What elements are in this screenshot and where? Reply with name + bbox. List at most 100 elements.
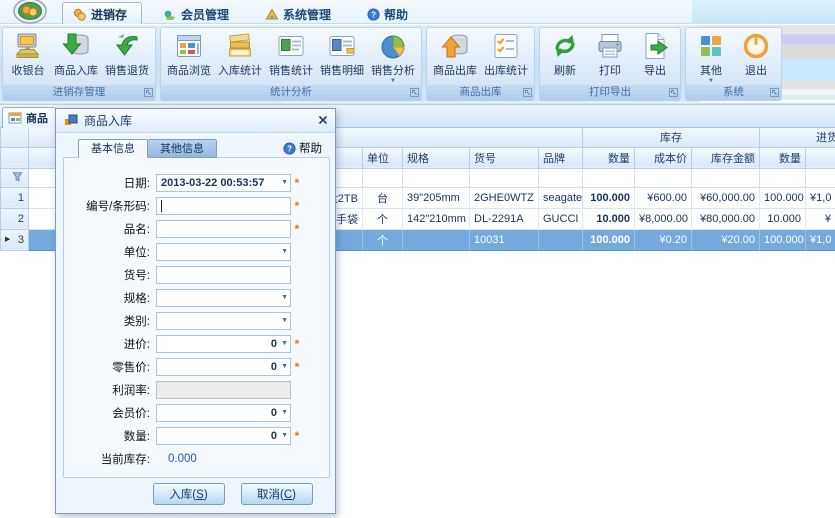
cell: 142"210mm xyxy=(403,208,470,229)
stockin-stats-icon xyxy=(225,31,255,61)
column-header[interactable]: 品牌 xyxy=(539,147,583,168)
button-label: 商品入库 xyxy=(54,62,98,78)
ribbon-group-label: 打印导出 xyxy=(589,86,631,98)
filter-cell[interactable] xyxy=(760,168,806,187)
other-button[interactable]: 其他▼ xyxy=(689,29,733,84)
dropdown-arrow-icon[interactable]: ▼ xyxy=(281,317,288,324)
combo-select[interactable] xyxy=(156,289,291,307)
cell: 个 xyxy=(363,229,403,250)
stockout-stats-icon xyxy=(491,31,521,61)
document-tab-goods[interactable]: 商品 xyxy=(2,107,56,128)
sales-analysis-button[interactable]: 销售分析▼ xyxy=(368,29,418,84)
browse-button[interactable]: 商品浏览 xyxy=(164,29,214,78)
help-link[interactable]: ? 帮助 xyxy=(283,140,322,156)
spin-input[interactable]: 0 xyxy=(156,427,291,445)
column-header[interactable]: 数量 xyxy=(583,147,635,168)
spin-input[interactable]: 0 xyxy=(156,404,291,422)
dropdown-arrow-icon[interactable]: ▼ xyxy=(281,248,288,255)
refresh-button[interactable]: 刷新 xyxy=(543,29,587,78)
filter-cell[interactable] xyxy=(470,168,539,187)
filter-cell[interactable] xyxy=(403,168,470,187)
ribbon-group-caption: 商品出库 xyxy=(427,85,534,100)
current-stock-value: 0.000 xyxy=(156,453,197,465)
text-caret xyxy=(161,200,162,212)
cash-register-button[interactable]: 收银台 xyxy=(6,29,50,78)
app-logo-button[interactable] xyxy=(4,0,56,24)
column-header[interactable]: 库存金额 xyxy=(692,147,760,168)
column-header[interactable]: 数量 xyxy=(760,147,806,168)
text-input[interactable] xyxy=(156,197,291,215)
dialog-launcher-icon[interactable] xyxy=(144,88,153,97)
field-label: 进价: xyxy=(64,336,156,352)
spin-input[interactable]: 0 xyxy=(156,358,291,376)
sales-return-icon xyxy=(112,31,142,61)
row-number-cell[interactable]: ▶3 xyxy=(1,229,29,250)
filter-cell[interactable] xyxy=(692,168,760,187)
ribbon-tab-3[interactable]: 系统管理 xyxy=(254,2,346,25)
stockin-stats-button[interactable]: 入库统计 xyxy=(215,29,265,78)
ribbon-tab-2[interactable]: 会员管理 xyxy=(152,2,244,25)
filter-cell[interactable] xyxy=(635,168,692,187)
sales-stats-icon xyxy=(276,31,306,61)
combo-select[interactable] xyxy=(156,312,291,330)
stock-in-button[interactable]: 商品入库 xyxy=(51,29,101,78)
dialog-launcher-icon[interactable] xyxy=(669,88,678,97)
dropdown-arrow-icon[interactable]: ▼ xyxy=(281,179,288,186)
column-header[interactable]: 货号 xyxy=(470,147,539,168)
spin-input[interactable]: 0 xyxy=(156,335,291,353)
column-header[interactable] xyxy=(806,147,835,168)
cell: 台 xyxy=(363,187,403,208)
dropdown-arrow-icon[interactable]: ▼ xyxy=(281,363,288,370)
ribbon-tab-4[interactable]: ?帮助 xyxy=(356,2,423,25)
stock-in-confirm-button[interactable]: 入库(S) xyxy=(153,483,225,505)
system-icon xyxy=(265,8,279,22)
cell: seagate xyxy=(539,187,583,208)
dialog-tab-1[interactable]: 基本信息 xyxy=(78,139,148,158)
dialog-launcher-icon[interactable] xyxy=(410,88,419,97)
export-icon xyxy=(640,31,670,61)
export-button[interactable]: 导出 xyxy=(633,29,677,78)
exit-button[interactable]: 退出 xyxy=(734,29,778,78)
date-combo[interactable]: 2013-03-22 00:53:57 xyxy=(156,174,291,192)
cell: DL-2291A xyxy=(470,208,539,229)
text-input[interactable] xyxy=(156,266,291,284)
combo-select[interactable] xyxy=(156,243,291,261)
dropdown-arrow-icon[interactable]: ▼ xyxy=(281,409,288,416)
field-control: ▼ xyxy=(156,312,291,330)
sales-detail-button[interactable]: 销售明细 xyxy=(317,29,367,78)
dialog-launcher-icon[interactable] xyxy=(523,88,532,97)
dropdown-arrow-icon[interactable]: ▼ xyxy=(281,340,288,347)
field-row: 会员价:0▼ xyxy=(64,401,329,424)
dialog-tab-2[interactable]: 其他信息 xyxy=(148,139,217,158)
sales-return-button[interactable]: 销售退货 xyxy=(102,29,152,78)
browse-icon xyxy=(174,31,204,61)
field-row: 零售价:0▼* xyxy=(64,355,329,378)
dropdown-arrow-icon[interactable]: ▼ xyxy=(281,432,288,439)
text-input[interactable] xyxy=(156,220,291,238)
close-icon[interactable] xyxy=(318,115,328,125)
column-header[interactable]: 规格 xyxy=(403,147,470,168)
grid-window-icon xyxy=(8,111,22,125)
stock-out-button[interactable]: 商品出库 xyxy=(430,29,480,78)
cell: GUCCI xyxy=(539,208,583,229)
ribbon-tab-1[interactable]: 进销存 xyxy=(62,2,142,25)
cell: 10031 xyxy=(470,229,539,250)
field-row: 编号/条形码:* xyxy=(64,194,329,217)
row-number-cell[interactable]: 2 xyxy=(1,208,29,229)
column-group-header: 库存 xyxy=(583,128,760,147)
sales-stats-button[interactable]: 销售统计 xyxy=(266,29,316,78)
filter-cell[interactable] xyxy=(363,168,403,187)
stockout-stats-button[interactable]: 出库统计 xyxy=(481,29,531,78)
row-number-cell[interactable]: 1 xyxy=(1,187,29,208)
print-button[interactable]: 打印 xyxy=(588,29,632,78)
filter-cell[interactable] xyxy=(583,168,635,187)
filter-cell[interactable] xyxy=(806,168,835,187)
dropdown-arrow-icon[interactable]: ▼ xyxy=(281,294,288,301)
field-row: 规格:▼ xyxy=(64,286,329,309)
cancel-button[interactable]: 取消(C) xyxy=(241,483,313,505)
field-control: 0▼ xyxy=(156,427,291,445)
column-header[interactable]: 单位 xyxy=(363,147,403,168)
column-header[interactable]: 成本价 xyxy=(635,147,692,168)
filter-cell[interactable] xyxy=(539,168,583,187)
dialog-launcher-icon[interactable] xyxy=(770,88,779,97)
